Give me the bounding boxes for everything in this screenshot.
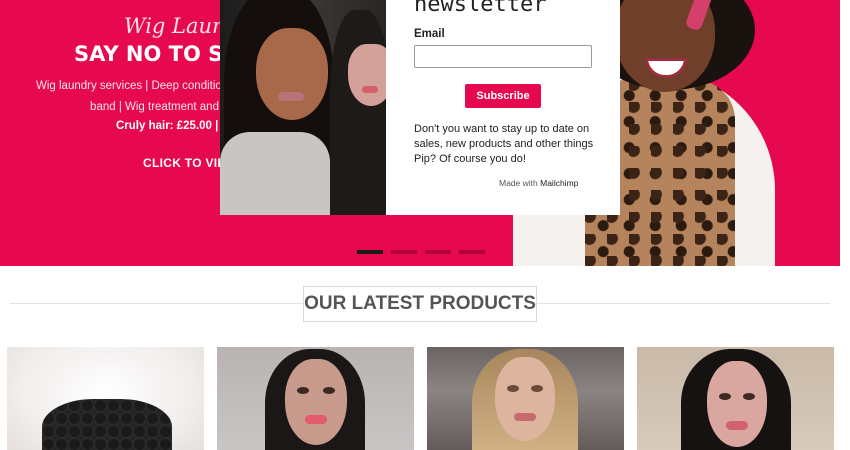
product-card-image[interactable]	[427, 347, 624, 450]
hero-description-line: Wig laundry services | Deep conditionin	[36, 80, 238, 92]
newsletter-body: Don't you want to stay up to date on sal…	[414, 123, 594, 165]
mailchimp-credit[interactable]: Made with Mailchimp	[499, 178, 578, 188]
slider-dot-3[interactable]	[425, 250, 451, 254]
mailchimp-brand: Mailchimp	[540, 178, 579, 188]
slider-dot-2[interactable]	[391, 250, 417, 254]
newsletter-title: newsletter	[414, 0, 547, 17]
newsletter-popup: newsletter Email Subscribe Don't you wan…	[386, 0, 620, 215]
subscribe-button[interactable]: Subscribe	[465, 84, 541, 108]
hero-description: Wig laundry services | Deep conditionin …	[36, 76, 238, 118]
product-card-image[interactable]	[217, 347, 414, 450]
hero-price: Cruly hair: £25.00 | St	[116, 120, 233, 132]
slider-dots	[357, 250, 485, 254]
section-title: OUR LATEST PRODUCTS	[303, 286, 537, 322]
hero-description-line: band | Wig treatment and r	[90, 101, 226, 113]
email-input[interactable]	[414, 45, 592, 68]
popup-model-photo	[220, 0, 386, 215]
hero-headline: SAY NO TO SM	[74, 42, 245, 66]
slider-dot-1[interactable]	[357, 250, 383, 254]
product-card-image[interactable]	[637, 347, 834, 450]
slider-dot-4[interactable]	[459, 250, 485, 254]
email-label: Email	[414, 28, 445, 40]
product-card-image[interactable]	[7, 347, 204, 450]
made-with-text: Made with	[499, 178, 538, 188]
